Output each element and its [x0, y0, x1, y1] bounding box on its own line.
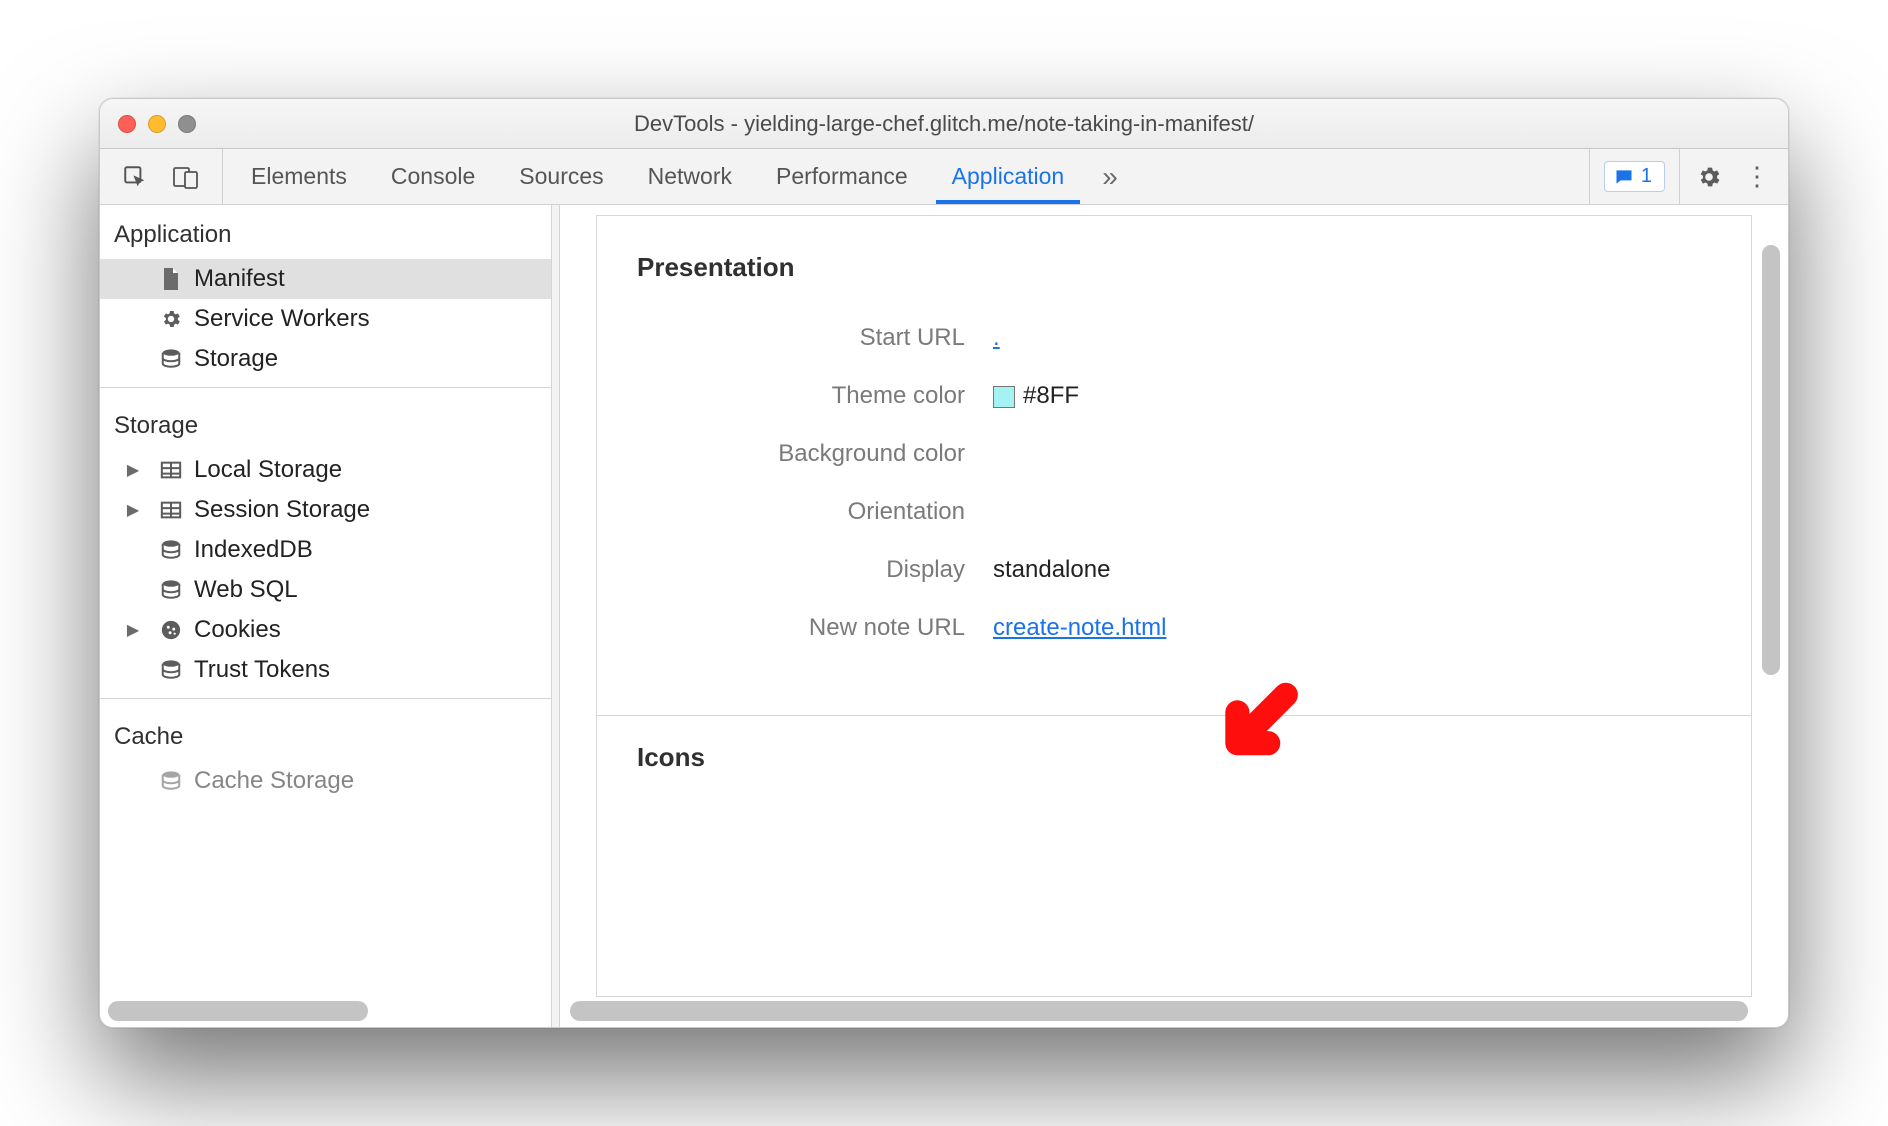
file-icon	[158, 267, 184, 291]
row-theme-color: Theme color #8FF	[633, 367, 1715, 425]
tab-performance[interactable]: Performance	[754, 149, 930, 204]
sidebar-section-storage: Storage	[100, 396, 551, 450]
minimize-window-button[interactable]	[148, 115, 166, 133]
color-swatch	[993, 386, 1015, 408]
sidebar-item-label: Cache Storage	[194, 767, 354, 795]
message-count: 1	[1641, 165, 1652, 188]
label-theme-color: Theme color	[633, 382, 993, 410]
disclosure-triangle-icon[interactable]: ▶	[124, 620, 142, 640]
label-display: Display	[633, 556, 993, 584]
storage-icon	[158, 348, 184, 370]
tab-console[interactable]: Console	[369, 149, 497, 204]
tab-sources[interactable]: Sources	[497, 149, 625, 204]
tab-application[interactable]: Application	[930, 149, 1087, 204]
panel-splitter[interactable]	[552, 205, 560, 1027]
disclosure-triangle-icon[interactable]: ▶	[124, 500, 142, 520]
sidebar-item-label: Session Storage	[194, 496, 370, 524]
sidebar-item-label: Web SQL	[194, 576, 298, 604]
devtools-toolbar: Elements Console Sources Network Perform…	[100, 149, 1788, 205]
device-toggle-icon[interactable]	[172, 164, 200, 190]
cookie-icon	[158, 619, 184, 641]
section-heading-icons: Icons	[637, 742, 1715, 773]
sidebar-item-label: Service Workers	[194, 305, 370, 333]
disclosure-triangle-icon[interactable]: ▶	[124, 460, 142, 480]
manifest-content: Presentation Start URL . Theme color #8F…	[560, 205, 1788, 1027]
sidebar-item-manifest[interactable]: Manifest	[100, 259, 551, 299]
sidebar-section-cache: Cache	[100, 707, 551, 761]
sidebar-horizontal-scrollbar[interactable]	[108, 1001, 511, 1021]
link-new-note-url[interactable]: create-note.html	[993, 614, 1166, 641]
zoom-window-button[interactable]	[178, 115, 196, 133]
content-vertical-scrollbar[interactable]	[1762, 245, 1780, 947]
sidebar-item-service-workers[interactable]: Service Workers	[100, 299, 551, 339]
sidebar-item-label: Cookies	[194, 616, 281, 644]
storage-icon	[158, 579, 184, 601]
sidebar-item-indexeddb[interactable]: IndexedDB	[100, 530, 551, 570]
label-background-color: Background color	[633, 440, 993, 468]
panel-tabs: Elements Console Sources Network Perform…	[223, 149, 1086, 204]
table-icon	[158, 500, 184, 520]
row-orientation: Orientation	[633, 483, 1715, 541]
table-icon	[158, 460, 184, 480]
sidebar-item-cache-storage[interactable]: Cache Storage	[100, 761, 551, 801]
value-display: standalone	[993, 556, 1110, 584]
titlebar: DevTools - yielding-large-chef.glitch.me…	[100, 99, 1788, 149]
devtools-window: DevTools - yielding-large-chef.glitch.me…	[99, 98, 1789, 1028]
storage-icon	[158, 539, 184, 561]
more-options-button[interactable]: ⋮	[1738, 161, 1788, 192]
sidebar-item-local-storage[interactable]: ▶ Local Storage	[100, 450, 551, 490]
sidebar-item-label: Storage	[194, 345, 278, 373]
section-heading-presentation: Presentation	[637, 252, 1715, 283]
storage-icon	[158, 770, 184, 792]
content-horizontal-scrollbar[interactable]	[570, 1001, 1748, 1021]
window-title: DevTools - yielding-large-chef.glitch.me…	[100, 111, 1788, 137]
application-sidebar: Application Manifest Service Workers	[100, 205, 552, 1027]
sidebar-item-label: Trust Tokens	[194, 656, 330, 684]
gear-icon	[158, 308, 184, 330]
sidebar-item-label: Local Storage	[194, 456, 342, 484]
row-background-color: Background color	[633, 425, 1715, 483]
sidebar-section-application: Application	[100, 205, 551, 259]
sidebar-item-websql[interactable]: Web SQL	[100, 570, 551, 610]
label-orientation: Orientation	[633, 498, 993, 526]
row-start-url: Start URL .	[633, 309, 1715, 367]
link-start-url[interactable]: .	[993, 324, 1000, 351]
sidebar-item-storage[interactable]: Storage	[100, 339, 551, 379]
sidebar-item-cookies[interactable]: ▶ Cookies	[100, 610, 551, 650]
settings-button[interactable]	[1680, 164, 1738, 190]
panel-body: Application Manifest Service Workers	[100, 205, 1788, 1027]
label-start-url: Start URL	[633, 324, 993, 352]
more-tabs-button[interactable]: »	[1086, 161, 1134, 193]
close-window-button[interactable]	[118, 115, 136, 133]
sidebar-item-label: IndexedDB	[194, 536, 313, 564]
traffic-lights	[118, 115, 196, 133]
label-new-note-url: New note URL	[633, 614, 993, 642]
row-new-note-url: New note URL create-note.html	[633, 599, 1715, 657]
sidebar-item-label: Manifest	[194, 265, 285, 293]
console-messages-button[interactable]: 1	[1604, 161, 1665, 192]
storage-icon	[158, 659, 184, 681]
row-display: Display standalone	[633, 541, 1715, 599]
tab-network[interactable]: Network	[626, 149, 754, 204]
value-theme-color: #8FF	[993, 382, 1079, 410]
inspect-element-icon[interactable]	[122, 164, 148, 190]
sidebar-item-session-storage[interactable]: ▶ Session Storage	[100, 490, 551, 530]
tab-elements[interactable]: Elements	[229, 149, 369, 204]
sidebar-item-trust-tokens[interactable]: Trust Tokens	[100, 650, 551, 690]
